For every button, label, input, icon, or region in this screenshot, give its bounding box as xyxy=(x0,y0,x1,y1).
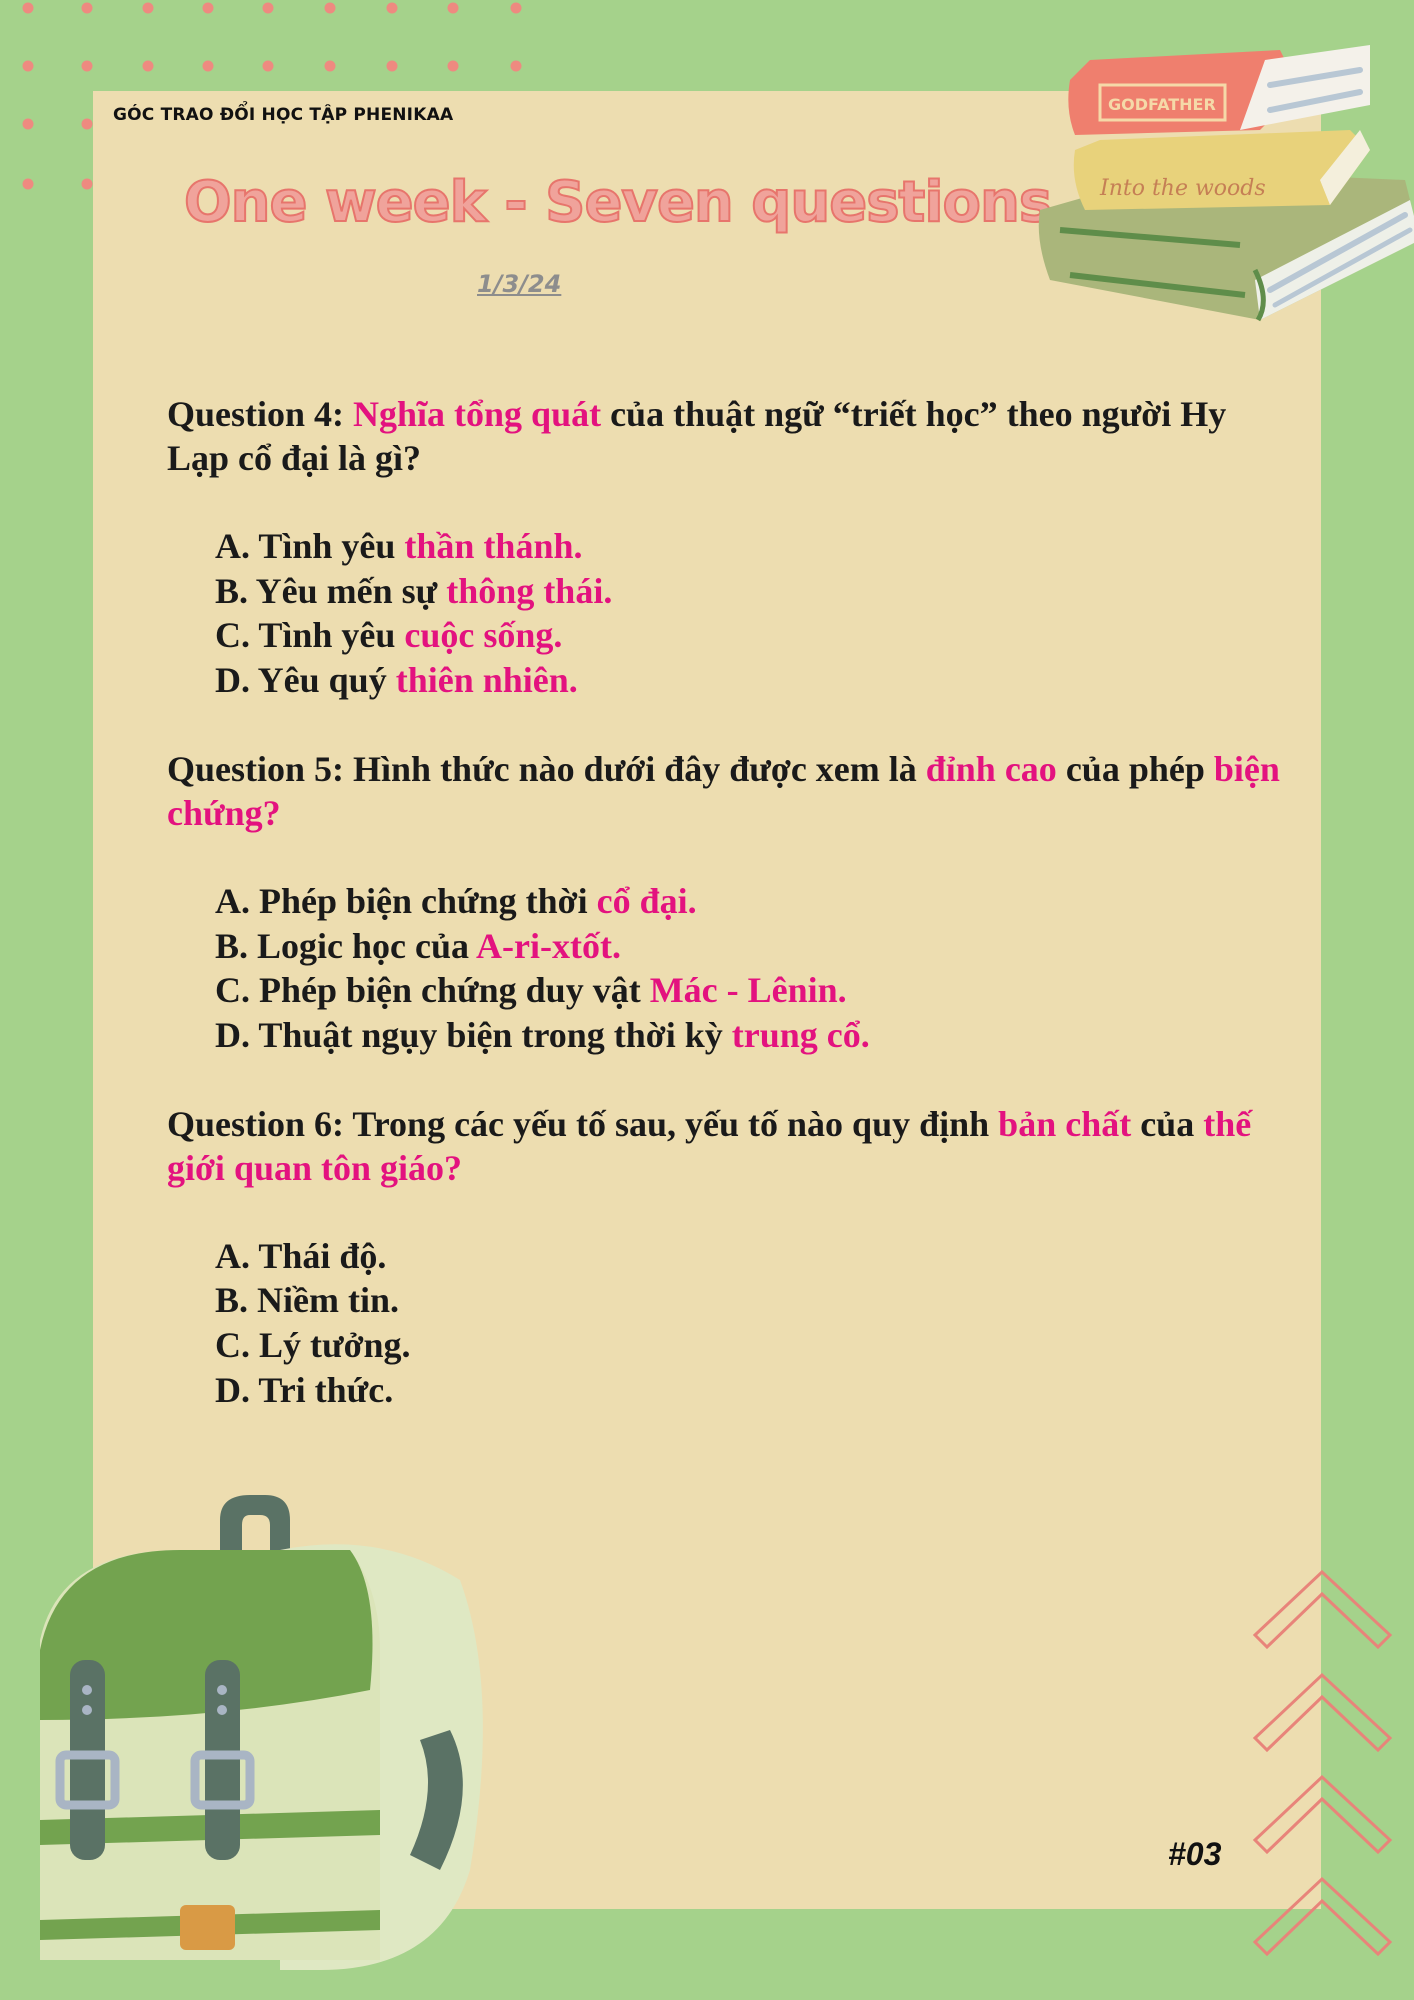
chevron-up-icon xyxy=(1252,1672,1393,1753)
answer-option: A. Tình yêu thần thánh. xyxy=(215,524,1287,569)
books-illustration: Into the woods GODFATHER xyxy=(1038,45,1414,322)
answer-options: A. Thái độ. B. Niềm tin. C. Lý tưởng. D. Tr… xyxy=(215,1234,1287,1413)
answer-highlight: thông thái. xyxy=(446,570,613,611)
answer-text: C. Phép biện chứng duy vật xyxy=(215,970,650,1011)
question-number: Question 4: xyxy=(167,394,354,434)
answer-option: A. Phép biện chứng thời cổ đại. xyxy=(215,879,1287,924)
answer-highlight: trung cổ. xyxy=(731,1014,870,1055)
chevron-up-icon xyxy=(1252,1570,1393,1650)
answer-text: A. Thái độ. xyxy=(215,1235,387,1276)
answer-text: B. Logic học của xyxy=(215,925,477,966)
answer-text: A. Tình yêu xyxy=(215,526,405,566)
answer-option: D. Yêu quý thiên nhiên. xyxy=(215,658,1287,703)
org-label: GÓC TRAO ĐỔI HỌC TẬP PHENIKAA xyxy=(113,105,454,125)
answer-option: B. Logic học của A-ri-xtốt. xyxy=(215,924,1287,969)
page-number: #03 xyxy=(1168,1836,1222,1872)
date-label: 1/3/24 xyxy=(477,270,562,298)
answer-highlight: thần thánh. xyxy=(404,526,583,566)
answer-text: B. Yêu mến sự xyxy=(215,570,447,611)
yellow-book-icon: Into the woods xyxy=(1073,130,1370,210)
answer-highlight: Mác - Lênin. xyxy=(649,970,847,1011)
answer-option: C. Lý tưởng. xyxy=(215,1323,1287,1368)
answer-option: C. Phép biện chứng duy vật Mác - Lênin. xyxy=(215,968,1287,1013)
answer-highlight: cuộc sống. xyxy=(404,615,563,656)
question-number: Question 5: xyxy=(167,748,354,789)
answer-text: C. Tình yêu xyxy=(215,615,405,656)
book-title-godfather: GODFATHER xyxy=(1108,95,1216,114)
answer-option: B. Yêu mến sự thông thái. xyxy=(215,569,1287,614)
answer-highlight: cổ đại. xyxy=(596,880,697,921)
chevron-up-icon xyxy=(1252,1774,1393,1855)
answer-text: D. Tri thức. xyxy=(215,1369,394,1410)
page-title: One week - Seven questions xyxy=(183,169,1053,236)
answer-highlight: A-ri-xtốt. xyxy=(476,925,621,966)
answer-text: B. Niềm tin. xyxy=(215,1280,399,1321)
answer-option: C. Tình yêu cuộc sống. xyxy=(215,613,1287,658)
question-fragment: của xyxy=(1131,1103,1204,1144)
answer-options: A. Phép biện chứng thời cổ đại. B. Logic … xyxy=(215,879,1287,1058)
answer-option: D. Tri thức. xyxy=(215,1368,1287,1413)
question-text: Question 4: Nghĩa tổng quát của thuật ng… xyxy=(167,392,1287,480)
question-text: Question 5: Hình thức nào dưới đây được … xyxy=(167,747,1287,835)
answer-highlight: thiên nhiên. xyxy=(395,660,578,701)
answer-options: A. Tình yêu thần thánh. B. Yêu mến sự thô… xyxy=(215,524,1287,703)
chevron-decoration xyxy=(1252,1570,1393,1957)
answer-option: A. Thái độ. xyxy=(215,1234,1287,1279)
answer-text: D. Yêu quý xyxy=(215,660,396,701)
red-book-icon: GODFATHER xyxy=(1068,45,1370,135)
chevron-up-icon xyxy=(1252,1876,1393,1957)
backpack-illustration xyxy=(40,1495,483,1970)
answer-text: D. Thuật ngụy biện trong thời kỳ xyxy=(215,1014,732,1055)
question-highlight: đỉnh cao xyxy=(925,748,1057,789)
question-fragment: Hình thức nào dưới đây được xem là xyxy=(353,748,926,789)
question-fragment: Trong các yếu tố sau, yếu tố nào quy địn… xyxy=(352,1103,999,1144)
answer-option: D. Thuật ngụy biện trong thời kỳ trung c… xyxy=(215,1013,1287,1058)
answer-option: B. Niềm tin. xyxy=(215,1278,1287,1323)
question-highlight: Nghĩa tổng quát xyxy=(353,394,602,434)
answer-text: C. Lý tưởng. xyxy=(215,1325,411,1366)
question-highlight: bản chất xyxy=(998,1103,1132,1144)
question-number: Question 6: xyxy=(167,1103,353,1144)
book-title-into-the-woods: Into the woods xyxy=(1099,176,1266,201)
question-text: Question 6: Trong các yếu tố sau, yếu tố… xyxy=(167,1102,1287,1190)
question-list: Question 4: Nghĩa tổng quát của thuật ng… xyxy=(167,392,1287,1456)
question-fragment: của phép xyxy=(1056,748,1214,789)
answer-text: A. Phép biện chứng thời xyxy=(215,880,597,921)
